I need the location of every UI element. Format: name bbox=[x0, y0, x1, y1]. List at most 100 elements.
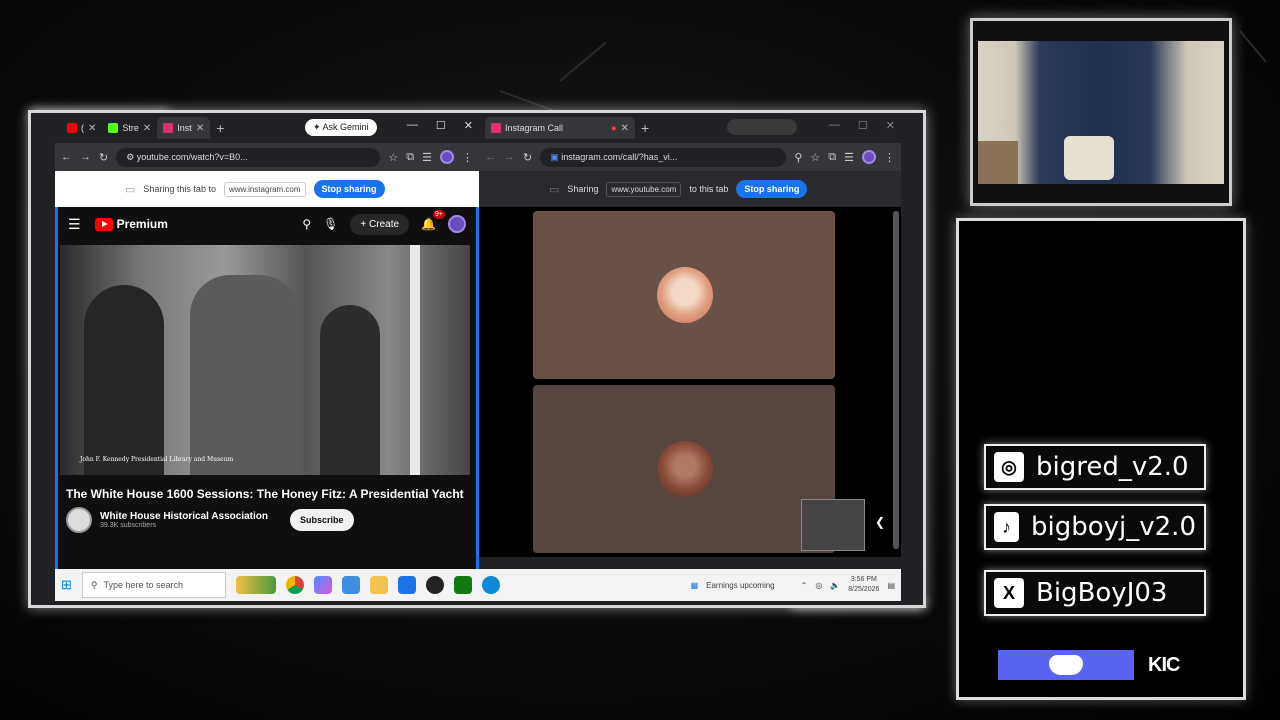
tab-instagram[interactable]: Inst ✕ bbox=[157, 117, 211, 139]
obs-icon[interactable] bbox=[425, 576, 444, 594]
ask-gemini-button-dimmed[interactable] bbox=[727, 119, 797, 135]
minimize-icon[interactable]: — bbox=[829, 119, 840, 132]
sparkle-icon: ✦ bbox=[313, 122, 323, 132]
profile-avatar[interactable] bbox=[440, 150, 454, 164]
back-icon[interactable]: ← bbox=[485, 151, 496, 163]
microphone-icon[interactable]: 🎙 bbox=[323, 217, 338, 231]
taskbar-clock[interactable]: 3:56 PM 8/25/2026 bbox=[848, 575, 879, 595]
youtube-logo[interactable]: Premium bbox=[94, 217, 168, 231]
tab-kick[interactable]: Stre ✕ bbox=[102, 117, 157, 139]
bell-icon: 🔔 bbox=[421, 217, 436, 231]
ask-gemini-label: Ask Gemini bbox=[322, 122, 369, 132]
url-text: youtube.com/watch?v=B0... bbox=[136, 151, 248, 162]
webcam-shelf bbox=[978, 141, 1018, 184]
taskbar-search[interactable]: ⚲ Type here to search bbox=[81, 572, 226, 598]
ask-gemini-button[interactable]: ✦ Ask Gemini bbox=[305, 119, 377, 136]
picture-in-picture-preview[interactable] bbox=[801, 499, 865, 551]
stop-sharing-button[interactable]: Stop sharing bbox=[736, 180, 808, 198]
tiktok-icon: ♪ bbox=[994, 512, 1019, 542]
xbox-icon[interactable] bbox=[453, 576, 472, 594]
zoom-icon[interactable]: ⚲ bbox=[794, 151, 802, 164]
video-credit-watermark: John F. Kennedy Presidential Library and… bbox=[80, 456, 234, 463]
site-info-icon[interactable]: ⚙ bbox=[126, 152, 137, 162]
hamburger-menu-icon[interactable]: ☰ bbox=[68, 216, 81, 233]
video-pillar bbox=[410, 245, 420, 475]
tiktok-handle: bigboyj_v2.0 bbox=[1031, 512, 1196, 542]
media-icon[interactable]: ☰ bbox=[422, 151, 432, 164]
video-figure-right bbox=[320, 305, 380, 475]
clock-time: 3:56 PM bbox=[850, 576, 877, 583]
earnings-widget-label[interactable]: Earnings upcoming bbox=[706, 581, 774, 590]
profile-avatar[interactable] bbox=[862, 150, 876, 164]
subscribe-button[interactable]: Subscribe bbox=[290, 509, 354, 531]
scrollbar[interactable] bbox=[893, 211, 899, 549]
stop-sharing-button[interactable]: Stop sharing bbox=[313, 180, 385, 198]
channel-info: White House Historical Association 39.3K… bbox=[100, 511, 268, 529]
search-icon[interactable]: ⚲ bbox=[302, 217, 311, 231]
webcam-feed bbox=[978, 41, 1224, 184]
windows-start-icon[interactable]: ⊞ bbox=[61, 577, 72, 593]
background-line bbox=[1239, 30, 1267, 63]
volume-icon[interactable]: 🔈 bbox=[830, 581, 840, 590]
tab-youtube[interactable]: ( ✕ bbox=[61, 117, 102, 139]
close-window-icon[interactable]: ✕ bbox=[886, 119, 895, 132]
notifications-button[interactable]: 🔔 9+ bbox=[421, 210, 445, 231]
copilot-icon[interactable] bbox=[313, 576, 332, 594]
youtube-avatar[interactable] bbox=[448, 215, 466, 233]
channel-name[interactable]: White House Historical Association bbox=[100, 511, 268, 522]
close-icon[interactable]: ✕ bbox=[196, 123, 204, 134]
earnings-widget-icon: ▦ bbox=[690, 580, 699, 590]
address-bar: ← → ↻ ⚙ youtube.com/watch?v=B0... ☆ ⧉ ☰ … bbox=[55, 143, 479, 171]
participant-avatar-2 bbox=[657, 441, 713, 497]
edge-icon[interactable] bbox=[481, 576, 500, 594]
reload-icon[interactable]: ↻ bbox=[99, 151, 108, 164]
bookmark-star-icon[interactable]: ☆ bbox=[388, 151, 398, 164]
call-area: ❮ bbox=[479, 207, 901, 557]
collapse-chevron-icon[interactable]: ❮ bbox=[875, 515, 885, 529]
windows-taskbar: ⊞ ⚲ Type here to search ▦ Earnings upcom… bbox=[55, 569, 901, 601]
url-field[interactable]: ▣ instagram.com/call/?has_vi... bbox=[540, 147, 787, 167]
edge-beta-icon[interactable] bbox=[341, 576, 360, 594]
close-window-icon[interactable]: ✕ bbox=[464, 119, 473, 132]
reload-icon[interactable]: ↻ bbox=[523, 151, 532, 164]
share-tab-icon: ▭ bbox=[549, 183, 560, 196]
forward-icon[interactable]: → bbox=[80, 151, 91, 163]
tab-label: Stre bbox=[122, 123, 139, 133]
media-icon[interactable]: ☰ bbox=[844, 151, 854, 164]
create-button[interactable]: + Create bbox=[350, 213, 410, 235]
extensions-icon[interactable]: ⧉ bbox=[406, 151, 414, 164]
extensions-icon[interactable]: ⧉ bbox=[828, 151, 836, 164]
new-tab-icon[interactable]: + bbox=[641, 120, 649, 136]
chrome-icon[interactable] bbox=[285, 576, 304, 594]
share-domain: www.instagram.com bbox=[223, 181, 306, 197]
forward-icon[interactable]: → bbox=[504, 151, 515, 163]
maximize-icon[interactable]: ☐ bbox=[858, 119, 868, 132]
store-icon[interactable] bbox=[397, 576, 416, 594]
new-tab-icon[interactable]: + bbox=[216, 120, 224, 136]
minimize-icon[interactable]: — bbox=[407, 119, 418, 132]
youtube-premium-label: Premium bbox=[116, 217, 168, 231]
tiktok-handle-card: ♪ bigboyj_v2.0 bbox=[984, 504, 1206, 550]
back-icon[interactable]: ← bbox=[61, 151, 72, 163]
close-icon[interactable]: ✕ bbox=[621, 123, 629, 134]
search-highlight-icon[interactable] bbox=[235, 576, 276, 594]
video-player[interactable]: John F. Kennedy Presidential Library and… bbox=[60, 245, 470, 475]
url-field[interactable]: ⚙ youtube.com/watch?v=B0... bbox=[116, 147, 381, 167]
bookmark-star-icon[interactable]: ☆ bbox=[810, 151, 820, 164]
notification-center-icon[interactable]: ▤ bbox=[887, 581, 895, 590]
close-icon[interactable]: ✕ bbox=[88, 123, 96, 134]
sharing-infobar: ▭ Sharing www.youtube.com to this tab St… bbox=[479, 171, 901, 207]
channel-avatar[interactable] bbox=[66, 507, 92, 533]
chevron-up-icon[interactable]: ⌃ bbox=[801, 581, 808, 590]
participant-avatar-1 bbox=[657, 267, 713, 323]
menu-icon[interactable]: ⋮ bbox=[462, 151, 473, 164]
tab-instagram-call[interactable]: Instagram Call ● ✕ bbox=[485, 117, 635, 139]
network-icon[interactable]: ◎ bbox=[815, 581, 822, 590]
close-icon[interactable]: ✕ bbox=[143, 123, 151, 134]
kick-logo: KIC bbox=[1148, 654, 1180, 676]
search-icon: ⚲ bbox=[90, 579, 98, 590]
maximize-icon[interactable]: ☐ bbox=[436, 119, 446, 132]
file-explorer-icon[interactable] bbox=[369, 576, 388, 594]
instagram-icon: ◎ bbox=[994, 452, 1024, 482]
menu-icon[interactable]: ⋮ bbox=[884, 151, 895, 164]
